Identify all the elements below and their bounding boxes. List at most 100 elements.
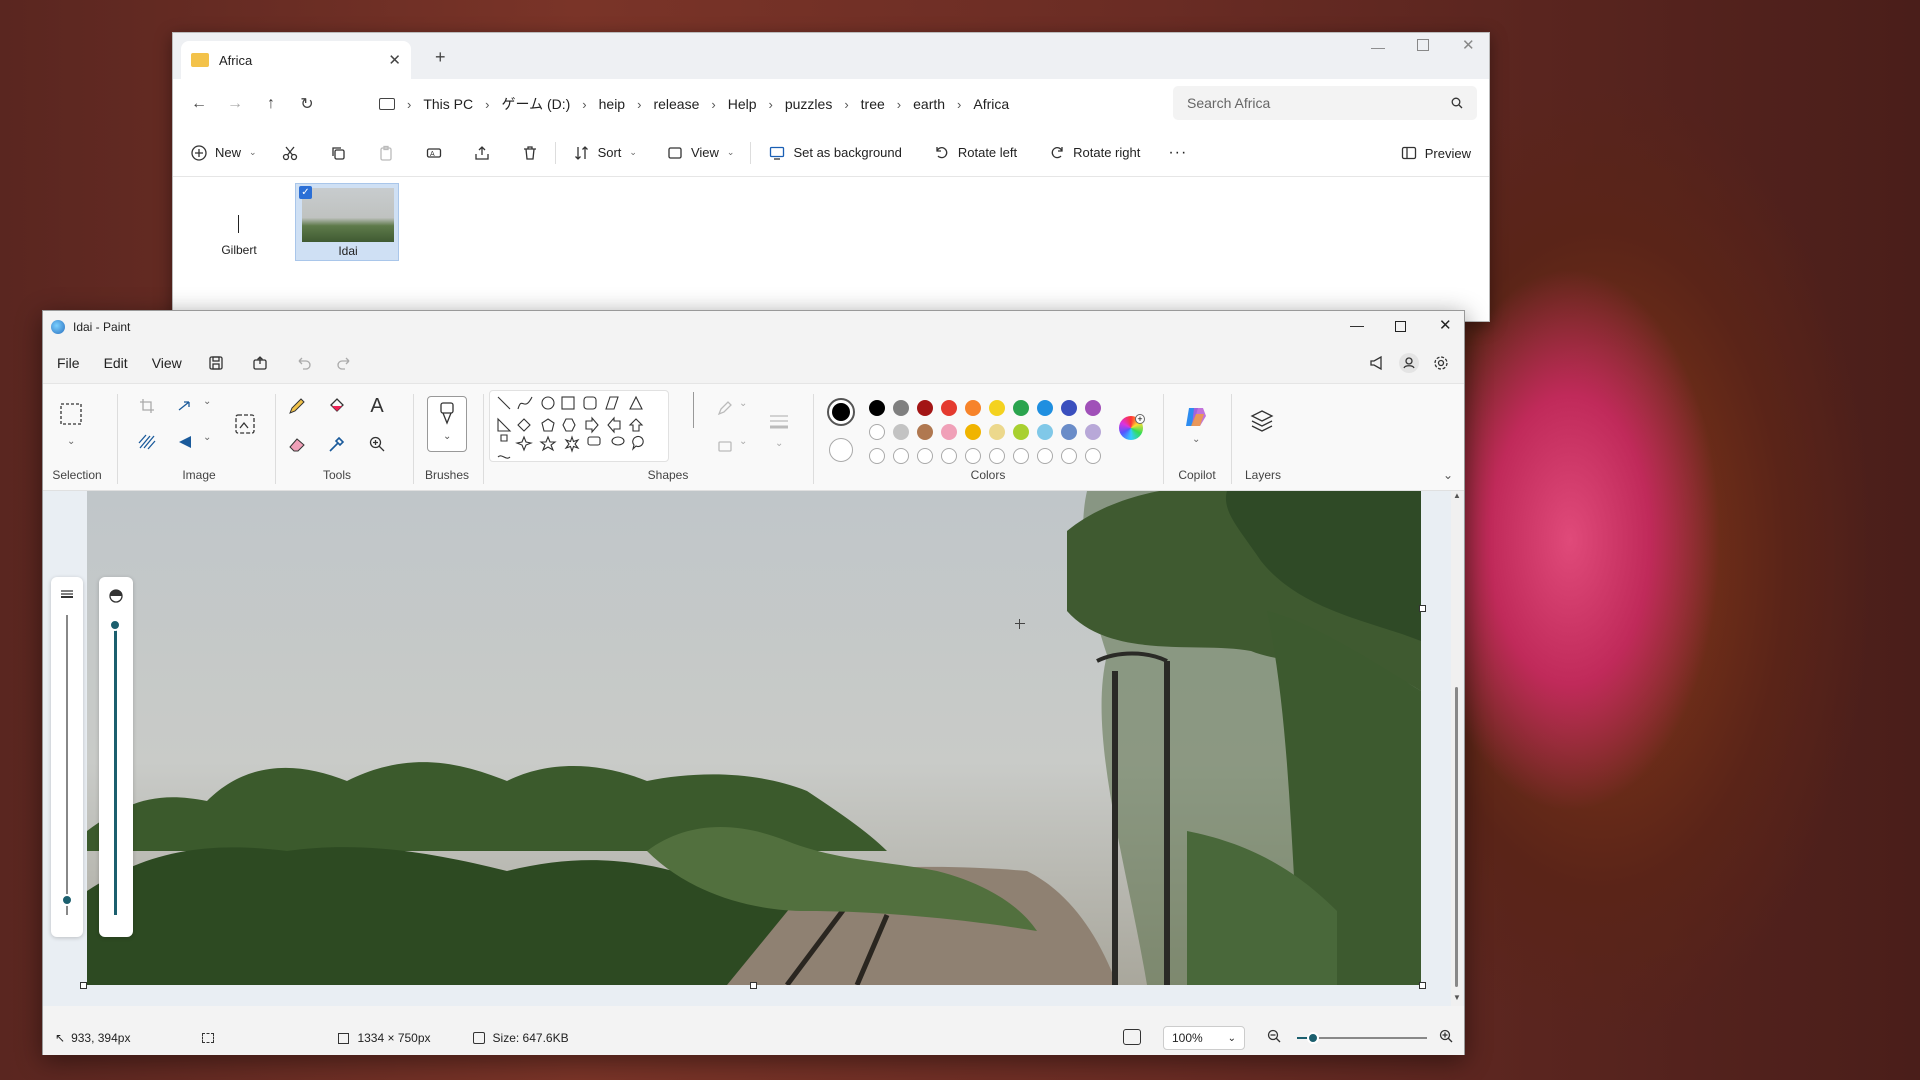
crumb-earth[interactable]: earth [901,96,957,112]
file-item-idai[interactable]: ✓ Idai [295,183,399,261]
scroll-up-icon[interactable]: ▲ [1453,491,1461,500]
color-swatch-c3c3c3[interactable] [893,424,909,440]
empty-color-slot[interactable] [965,448,981,464]
menu-view[interactable]: View [140,355,194,371]
chevron-down-icon[interactable]: ⌄ [67,436,75,447]
text-button[interactable]: A [363,392,391,420]
menu-edit[interactable]: Edit [92,355,140,371]
account-button[interactable] [1399,353,1419,373]
file-item-gilbert[interactable]: Gilbert [207,185,271,263]
color-swatch-b07850[interactable] [917,424,933,440]
rename-button[interactable]: A [417,136,451,170]
empty-color-slot[interactable] [941,448,957,464]
resize-button[interactable] [171,392,199,420]
background-remove-button[interactable] [133,428,161,456]
share-button[interactable] [465,136,499,170]
preview-button[interactable]: Preview [1389,136,1483,170]
copy-button[interactable] [321,136,355,170]
color-swatch-6a8cc8[interactable] [1061,424,1077,440]
close-tab-icon[interactable]: ✕ [388,51,401,69]
color-swatch-a31515[interactable] [917,400,933,416]
zoom-out-button[interactable] [1267,1029,1281,1043]
paste-button[interactable] [369,136,403,170]
edit-colors-button[interactable]: + [1119,414,1145,440]
undo-button[interactable] [296,355,312,371]
set-as-background-button[interactable]: Set as background [757,136,913,170]
crumb-tree[interactable]: tree [849,96,897,112]
rotate-left-button[interactable]: Rotate left [922,136,1029,170]
empty-color-slot[interactable] [917,448,933,464]
up-button[interactable]: ↑ [253,86,289,122]
color-swatch-b8a8d8[interactable] [1085,424,1101,440]
color-swatch-f0a0b8[interactable] [941,424,957,440]
opacity-slider[interactable] [109,619,121,915]
flip-button[interactable] [171,428,199,456]
close-button[interactable]: ✕ [1439,316,1452,334]
layers-button[interactable] [1249,408,1275,434]
scroll-down-icon[interactable]: ▼ [1453,993,1461,1002]
crumb-release[interactable]: release [641,96,711,112]
shape-fill-button[interactable] [711,432,739,460]
sort-button[interactable]: Sort ⌄ [562,136,649,170]
crumb-heip[interactable]: heip [587,96,637,112]
chevron-down-icon[interactable]: ⌄ [775,438,783,449]
color-swatch-f0b400[interactable] [965,424,981,440]
color-swatch-7f7f7f[interactable] [893,400,909,416]
chevron-down-icon[interactable]: ⌄ [739,436,747,447]
canvas-image[interactable] [87,491,1421,985]
color-swatch-1f8fe0[interactable] [1037,400,1053,416]
resize-handle-bottom[interactable] [750,982,757,989]
color-swatch-ffffff[interactable] [869,424,885,440]
chevron-down-icon[interactable]: ⌄ [739,398,747,409]
resize-handle-bottom-left[interactable] [80,982,87,989]
brush-size-knob[interactable] [61,894,73,906]
empty-color-slot[interactable] [893,448,909,464]
primary-color[interactable] [827,398,855,426]
color-swatch-2aa44e[interactable] [1013,400,1029,416]
new-button[interactable]: New ⌄ [179,136,269,170]
checkbox[interactable]: ✓ [299,186,312,199]
opacity-knob[interactable] [109,619,121,631]
crumb-africa[interactable]: Africa [961,96,1021,112]
color-swatch-f7832a[interactable] [965,400,981,416]
crumb-puzzles[interactable]: puzzles [773,96,844,112]
maximize-button[interactable] [1395,321,1406,332]
color-swatch-3a4fbe[interactable] [1061,400,1077,416]
maximize-button[interactable] [1417,39,1429,51]
fill-button[interactable] [323,392,351,420]
crumb-help[interactable]: Help [716,96,769,112]
resize-handle-corner[interactable] [1419,982,1426,989]
view-button[interactable]: View ⌄ [655,136,747,170]
chevron-down-icon[interactable]: ⌄ [203,432,211,443]
brushes-button[interactable]: ⌄ [427,396,467,452]
fit-to-window-button[interactable] [1123,1029,1141,1045]
collapse-ribbon-icon[interactable]: ⌄ [1443,468,1453,482]
minimize-button[interactable]: — [1371,39,1385,55]
color-swatch-a8d030[interactable] [1013,424,1029,440]
line-size-button[interactable] [765,408,793,436]
share-button[interactable] [252,355,268,371]
color-swatch-f4d21f[interactable] [989,400,1005,416]
color-swatch-000000[interactable] [869,400,885,416]
forward-button[interactable]: → [217,86,253,122]
zoom-select[interactable]: 100% ⌄ [1163,1026,1245,1050]
redo-button[interactable] [336,355,352,371]
crop-button[interactable] [133,392,161,420]
empty-color-slot[interactable] [1061,448,1077,464]
empty-color-slot[interactable] [1037,448,1053,464]
menu-file[interactable]: File [45,355,92,371]
select-button[interactable] [57,400,85,428]
empty-color-slot[interactable] [989,448,1005,464]
search-input[interactable]: Search Africa [1173,86,1477,120]
settings-button[interactable] [1433,355,1449,371]
color-swatch-e43a2f[interactable] [941,400,957,416]
empty-color-slot[interactable] [1085,448,1101,464]
magnifier-button[interactable] [363,430,391,458]
rotate-right-button[interactable]: Rotate right [1037,136,1152,170]
minimize-button[interactable]: — [1350,317,1364,333]
canvas-area[interactable]: ▲ ▼ [43,491,1464,1006]
feedback-button[interactable] [1369,355,1385,371]
vertical-scrollbar[interactable]: ▲ ▼ [1451,491,1463,1006]
crumb-drive[interactable]: ゲーム (D:) [489,94,582,114]
empty-color-slot[interactable] [1013,448,1029,464]
